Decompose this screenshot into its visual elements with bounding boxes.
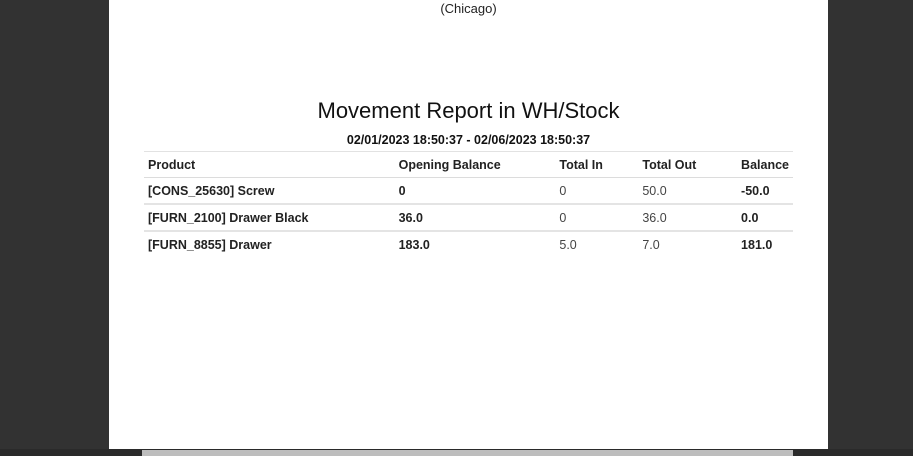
report-page: (Chicago) Movement Report in WH/Stock 02… <box>109 0 828 449</box>
cell-total-in: 0 <box>559 183 567 198</box>
cell-total-in: 0 <box>559 210 567 225</box>
table-row: [FURN_8855] Drawer 183.0 5.0 7.0 181.0 <box>144 231 793 257</box>
cell-product: [FURN_8855] Drawer <box>148 237 272 252</box>
cell-total-out: 7.0 <box>642 237 660 252</box>
company-city: (Chicago) <box>440 1 497 16</box>
report-date-range: 02/01/2023 18:50:37 - 02/06/2023 18:50:3… <box>346 133 591 147</box>
cell-total-out: 50.0 <box>642 183 667 198</box>
cell-total-in: 5.0 <box>559 237 577 252</box>
column-header-total-in: Total In <box>559 157 603 172</box>
column-header-balance: Balance <box>741 157 789 172</box>
cell-opening-balance: 36.0 <box>398 210 423 225</box>
column-header-product: Product <box>148 157 196 172</box>
cell-total-out: 36.0 <box>642 210 667 225</box>
cell-balance: -50.0 <box>741 183 770 198</box>
cell-product: [CONS_25630] Screw <box>148 183 275 198</box>
pdf-viewer: (Chicago) Movement Report in WH/Stock 02… <box>0 0 913 456</box>
cell-balance: 181.0 <box>741 237 773 252</box>
table-header-row: Product Opening Balance Total In Total O… <box>144 151 793 178</box>
table-row: [CONS_25630] Screw 0 0 50.0 -50.0 <box>144 178 793 204</box>
column-header-total-out: Total Out <box>642 157 697 172</box>
cell-product: [FURN_2100] Drawer Black <box>148 210 309 225</box>
cell-opening-balance: 0 <box>398 183 406 198</box>
report-title: Movement Report in WH/Stock <box>317 98 620 123</box>
column-header-opening-balance: Opening Balance <box>398 157 501 172</box>
table-row: [FURN_2100] Drawer Black 36.0 0 36.0 0.0 <box>144 204 793 231</box>
cell-balance: 0.0 <box>741 210 759 225</box>
movement-table: Product Opening Balance Total In Total O… <box>144 151 793 257</box>
cell-opening-balance: 183.0 <box>398 237 430 252</box>
horizontal-scrollbar-thumb[interactable] <box>142 450 793 456</box>
